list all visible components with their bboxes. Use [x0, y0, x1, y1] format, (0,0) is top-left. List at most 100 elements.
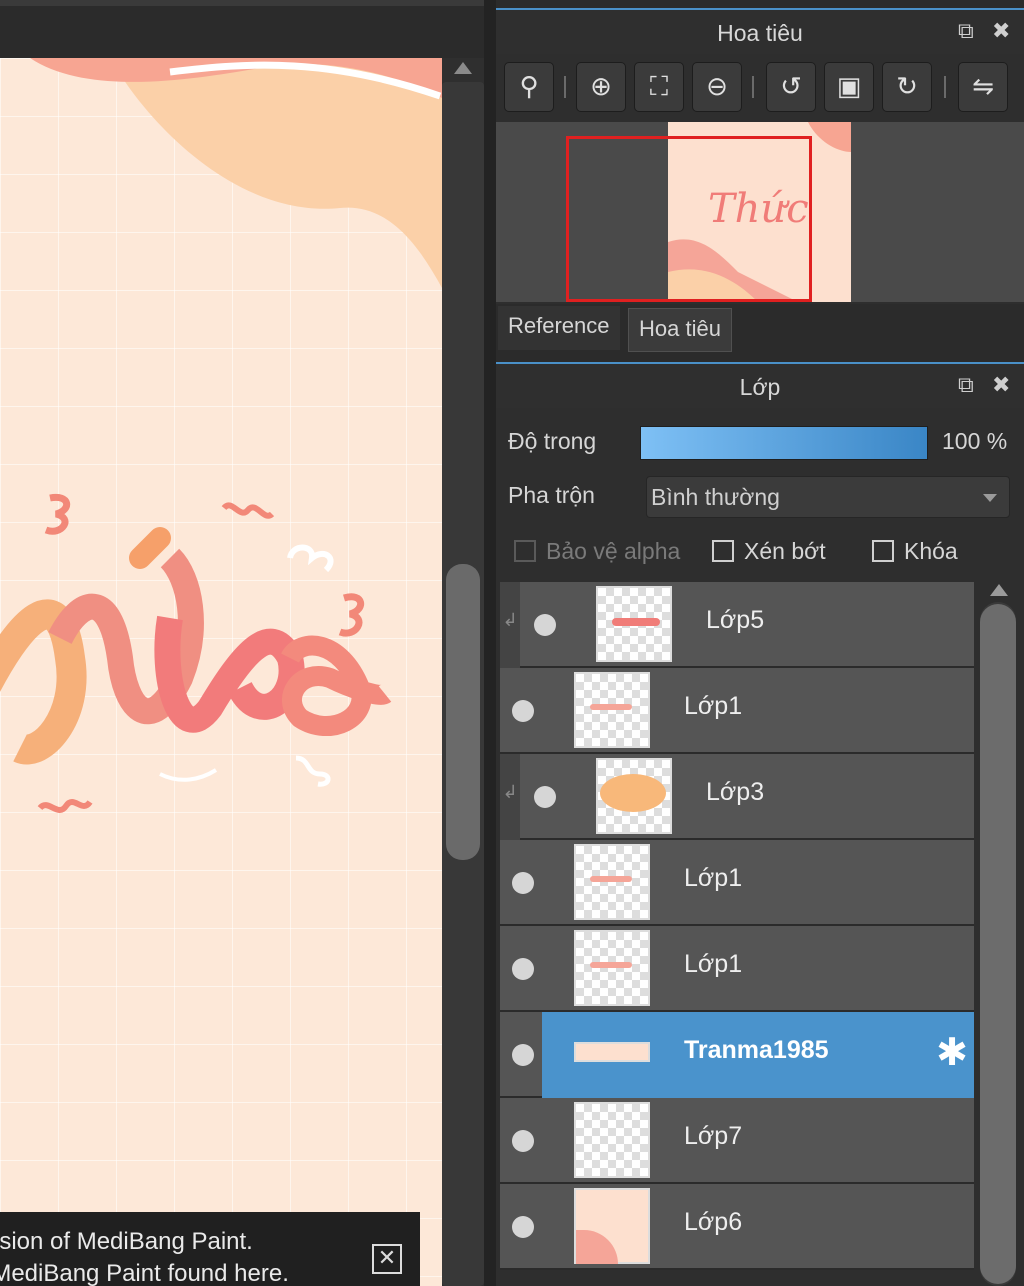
update-notice: ersion of MediBang Paint. f MediBang Pai… — [0, 1212, 420, 1286]
layer-thumbnail — [574, 930, 650, 1006]
canvas-area[interactable]: ersion of MediBang Paint. f MediBang Pai… — [0, 0, 494, 1286]
clipping-label: Xén bớt — [744, 538, 826, 564]
toolbar-separator — [752, 76, 754, 98]
scroll-thumb[interactable] — [980, 604, 1016, 1284]
navigator-tab-bar: Reference Hoa tiêu — [496, 304, 1024, 360]
artwork-canvas[interactable] — [0, 58, 442, 1286]
layer-name: Lớp6 — [684, 1208, 743, 1236]
checkbox-box — [872, 539, 894, 562]
actual-size-icon: ⚲ — [519, 72, 539, 102]
layer-name: Lớp3 — [706, 778, 765, 806]
blend-mode-select[interactable]: Bình thường — [646, 476, 1010, 518]
flip-horizontal-icon: ⇋ — [972, 72, 994, 102]
layers-title: Lớp — [739, 374, 781, 400]
visibility-toggle[interactable] — [512, 700, 534, 722]
blend-mode-value: Bình thường — [651, 484, 780, 510]
navigator-title: Hoa tiêu — [717, 20, 803, 46]
zoom-out-icon: ⊖ — [706, 72, 728, 102]
notice-line-2[interactable]: f MediBang Paint found here. — [0, 1258, 420, 1286]
close-icon[interactable]: ✖ — [992, 372, 1010, 398]
canvas-top-strip — [0, 0, 494, 58]
app-window: { "navigator": { "title": "Hoa tiêu", "d… — [0, 0, 1024, 1286]
lock-label: Khóa — [904, 538, 958, 564]
notice-close-button[interactable]: ✕ — [372, 1244, 402, 1274]
layer-name: Lớp5 — [706, 606, 765, 634]
layer-row[interactable]: Lớp1 — [500, 926, 974, 1012]
visibility-toggle[interactable] — [512, 872, 534, 894]
zoom-in-button[interactable]: ⊕ — [576, 62, 626, 112]
doodle — [221, 502, 275, 519]
doodle — [338, 593, 364, 637]
checkbox-box — [514, 539, 536, 562]
zoom-in-icon: ⊕ — [590, 72, 612, 102]
flip-horizontal-button[interactable]: ⇋ — [958, 62, 1008, 112]
checkbox-row: Bảo vệ alpha Xén bớt Khóa — [496, 528, 1024, 576]
gear-icon[interactable]: ✱ — [936, 1032, 968, 1072]
layers-panel: Lớp ⧉ ✖ Độ trong 100 % Pha trộn Bình thư… — [496, 362, 1024, 1286]
visibility-toggle[interactable] — [534, 614, 556, 636]
rotate-left-button[interactable]: ↺ — [766, 62, 816, 112]
toolbar-separator — [944, 76, 946, 98]
layer-row[interactable]: Lớp7 — [500, 1098, 974, 1184]
canvas-vertical-scrollbar[interactable] — [442, 58, 484, 1286]
layer-name: Lớp1 — [684, 692, 743, 720]
visibility-toggle[interactable] — [534, 786, 556, 808]
detach-icon[interactable]: ⧉ — [958, 372, 974, 398]
visibility-toggle[interactable] — [512, 1130, 534, 1152]
tab-reference[interactable]: Reference — [498, 306, 620, 350]
layer-name: Lớp1 — [684, 864, 743, 892]
panel-divider[interactable] — [484, 0, 496, 1286]
navigator-panel: Hoa tiêu ⧉ ✖ ⚲ ⊕ ⛶ ⊖ ↺ ▣ ↻ ⇋ Thức Refere… — [496, 8, 1024, 360]
close-icon[interactable]: ✖ — [992, 18, 1010, 44]
scroll-up-arrow[interactable] — [990, 584, 1008, 596]
scroll-thumb[interactable] — [446, 564, 480, 860]
detach-icon[interactable]: ⧉ — [958, 18, 974, 44]
doodle — [159, 768, 218, 782]
tab-navigator[interactable]: Hoa tiêu — [628, 308, 732, 352]
viewport-indicator[interactable] — [566, 136, 812, 302]
layer-thumbnail — [574, 1042, 650, 1062]
visibility-toggle[interactable] — [512, 958, 534, 980]
layer-name: Lớp7 — [684, 1122, 743, 1150]
clipping-checkbox[interactable]: Xén bớt — [712, 538, 826, 565]
checkbox-box — [712, 539, 734, 562]
protect-alpha-label: Bảo vệ alpha — [546, 538, 681, 564]
layer-name: Lớp1 — [684, 950, 743, 978]
protect-alpha-checkbox[interactable]: Bảo vệ alpha — [514, 538, 680, 565]
blend-label: Pha trộn — [508, 482, 595, 508]
layer-row[interactable]: Lớp6 — [500, 1184, 974, 1270]
rotate-right-button[interactable]: ↻ — [882, 62, 932, 112]
clip-indicator-icon: ↲ — [500, 582, 520, 668]
layer-thumbnail — [574, 844, 650, 920]
layer-row-active[interactable]: Tranma1985 ✱ — [500, 1012, 974, 1098]
layer-row[interactable]: Lớp1 — [500, 840, 974, 926]
doodle — [37, 799, 93, 813]
layers-title-bar: Lớp ⧉ ✖ — [496, 362, 1024, 408]
reset-view-button[interactable]: ▣ — [824, 62, 874, 112]
lock-checkbox[interactable]: Khóa — [872, 538, 958, 565]
layer-list-scrollbar[interactable] — [976, 580, 1024, 1286]
zoom-out-button[interactable]: ⊖ — [692, 62, 742, 112]
opacity-slider[interactable] — [640, 426, 928, 460]
navigator-title-bar: Hoa tiêu ⧉ ✖ — [496, 8, 1024, 54]
layer-thumbnail — [574, 1102, 650, 1178]
reset-view-icon: ▣ — [836, 72, 862, 102]
layer-row[interactable]: ↲ Lớp5 — [500, 582, 974, 668]
opacity-value: 100 % — [942, 428, 1008, 454]
notice-line-1: ersion of MediBang Paint. — [0, 1228, 253, 1255]
doodle — [44, 493, 70, 535]
fit-window-button[interactable]: ⛶ — [634, 62, 684, 112]
layer-thumbnail — [596, 586, 672, 662]
layer-row[interactable]: Lớp1 — [500, 668, 974, 754]
layer-thumbnail — [574, 672, 650, 748]
visibility-toggle[interactable] — [512, 1216, 534, 1238]
actual-size-button[interactable]: ⚲ — [504, 62, 554, 112]
scroll-up-arrow[interactable] — [454, 62, 472, 74]
fit-window-icon: ⛶ — [649, 72, 669, 102]
layer-row[interactable]: ↲ Lớp3 — [500, 754, 974, 840]
navigator-preview[interactable]: Thức — [496, 122, 1024, 302]
toolbar-separator — [564, 76, 566, 98]
layer-thumbnail — [574, 1188, 650, 1264]
visibility-toggle[interactable] — [512, 1044, 534, 1066]
rotate-right-icon: ↻ — [896, 72, 918, 102]
